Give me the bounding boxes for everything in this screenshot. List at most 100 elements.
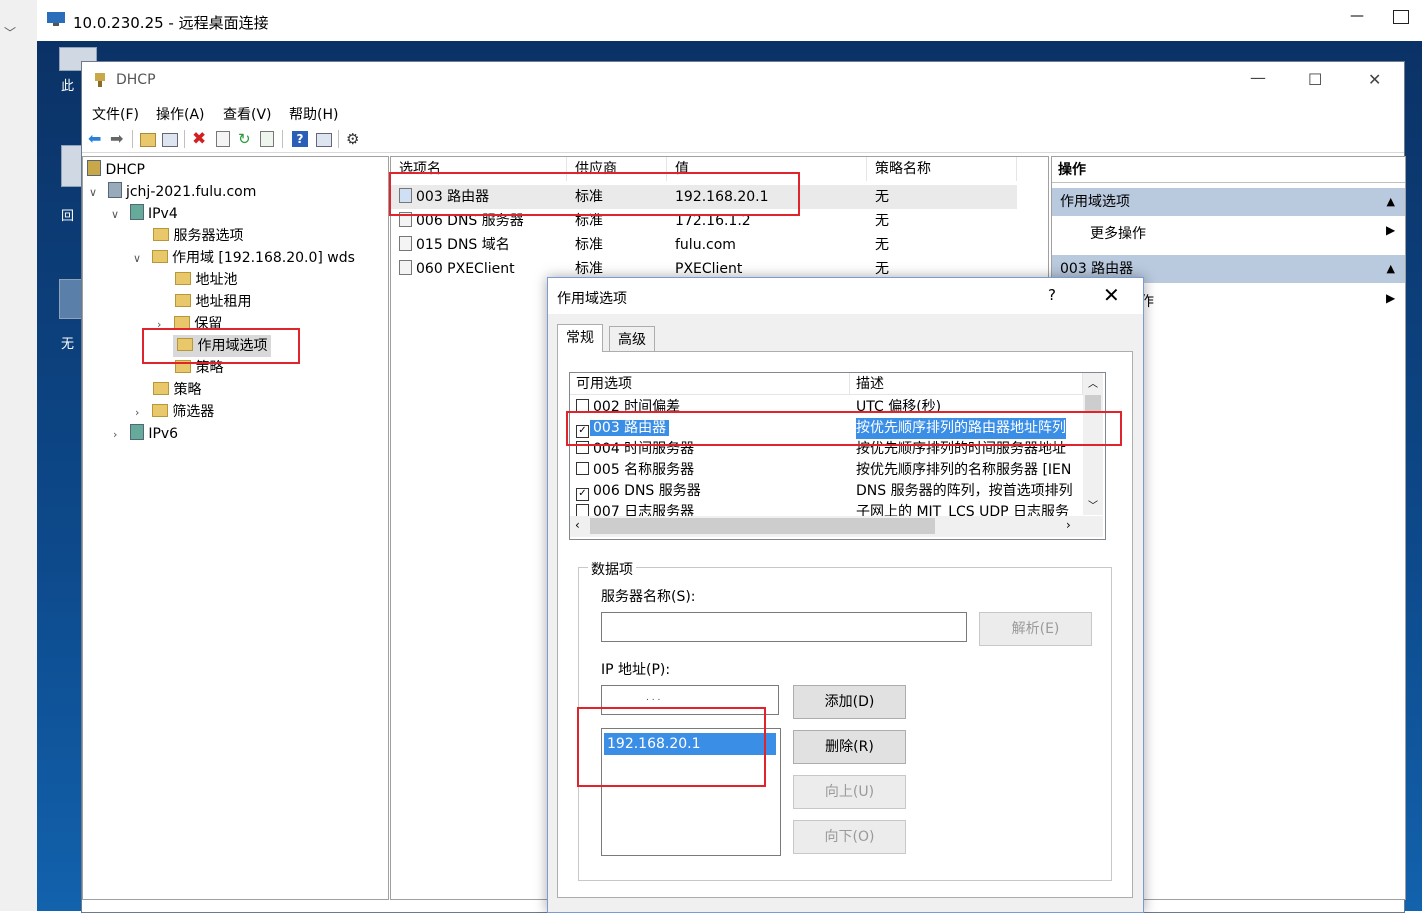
dhcp-close-button[interactable]: ✕ [1368, 70, 1381, 89]
list-item[interactable]: ✓ 006 DNS 服务器 DNS 服务器的阵列，按首选项排列 [570, 481, 1083, 502]
ipv4-icon [129, 204, 144, 220]
chevron-right-icon[interactable]: › [135, 406, 139, 419]
rdp-minimize-button[interactable]: — [1350, 8, 1370, 24]
option-label: 007 日志服务器 [593, 504, 695, 516]
toolbar-separator [132, 130, 133, 148]
forward-arrow-icon[interactable]: ➡ [110, 131, 126, 147]
toolbar-separator [282, 130, 283, 148]
tree-node-server[interactable]: ∨ jchj-2021.fulu.com [89, 181, 256, 203]
tree-node-dhcp[interactable]: DHCP [87, 159, 145, 181]
tree-node-ipv6[interactable]: › IPv6 [113, 423, 178, 445]
chevron-down-icon[interactable]: ∨ [133, 252, 141, 265]
tree-node-server-options[interactable]: 服务器选项 [153, 225, 243, 247]
checkbox[interactable] [576, 504, 589, 516]
ipv6-icon [129, 424, 144, 440]
submenu-arrow-icon[interactable]: ▶ [1386, 291, 1395, 305]
back-arrow-icon[interactable]: ⬅ [88, 131, 104, 147]
dhcp-minimize-button[interactable]: — [1250, 68, 1266, 87]
menu-file[interactable]: 文件(F) [92, 104, 139, 124]
cell-policy: 无 [875, 189, 889, 205]
menu-help[interactable]: 帮助(H) [289, 104, 338, 124]
action-pane-icon[interactable] [316, 133, 332, 147]
toolbar-separator [184, 130, 185, 148]
checkbox[interactable]: ✓ [576, 488, 589, 501]
available-options-list[interactable]: 可用选项 描述 002 时间偏差 UTC 偏移(秒) ✓ 003 路由器 按优先顺… [569, 372, 1106, 540]
console-tree: DHCP ∨ jchj-2021.fulu.com ∨ IPv4 服务器选项 ∨… [82, 156, 389, 900]
refresh-icon[interactable]: ↻ [238, 131, 254, 147]
folder-icon [151, 404, 168, 417]
cell-value: fulu.com [675, 237, 736, 253]
section-label: 003 路由器 [1060, 261, 1134, 277]
collapse-up-icon[interactable]: ▲ [1387, 255, 1395, 283]
export-list-icon[interactable] [260, 131, 274, 147]
move-down-button[interactable]: 向下(O) [793, 820, 906, 854]
tab-general[interactable]: 常规 [557, 324, 603, 352]
list-item[interactable]: 007 日志服务器 子网上的 MIT_LCS UDP 日志服务 [570, 502, 1083, 516]
move-up-button[interactable]: 向上(U) [793, 775, 906, 809]
help-button[interactable]: ? [1048, 286, 1056, 304]
checkbox[interactable] [576, 462, 589, 475]
option-name-cell: 007 日志服务器 [576, 502, 694, 516]
server-manage-icon[interactable]: ⚙ [346, 131, 362, 147]
tree-node-policies[interactable]: 策略 [153, 379, 201, 401]
cell-vendor: 标准 [575, 237, 603, 253]
chevron-down-icon[interactable]: ∨ [111, 208, 119, 221]
remove-button[interactable]: 删除(R) [793, 730, 906, 764]
close-button[interactable]: ✕ [1103, 283, 1120, 307]
dhcp-icon [87, 160, 101, 176]
collapse-up-icon[interactable]: ▲ [1387, 188, 1395, 216]
show-hide-tree-icon[interactable] [162, 133, 178, 147]
menu-action[interactable]: 操作(A) [156, 104, 205, 124]
tree-node-ipv4[interactable]: ∨ IPv4 [111, 203, 178, 225]
option-description: DNS 服务器的阵列，按首选项排列 [856, 483, 1073, 499]
host-sidebar: ﹀ [0, 0, 38, 911]
tab-advanced[interactable]: 高级 [609, 326, 655, 352]
rdp-window-title: 10.0.230.25 - 远程桌面连接 [73, 14, 269, 32]
column-header-description[interactable]: 描述 [850, 373, 1083, 395]
scroll-up-icon[interactable]: ︿ [1088, 375, 1098, 390]
highlight-box [389, 172, 800, 216]
section-label: 作用域选项 [1060, 194, 1130, 210]
table-row[interactable]: 015 DNS 域名 标准 fulu.com 无 [391, 233, 1017, 257]
resolve-button[interactable]: 解析(E) [979, 612, 1092, 646]
chevron-down-icon[interactable]: ﹀ [4, 24, 16, 41]
data-entry-legend: 数据项 [588, 559, 636, 579]
dhcp-window-title: DHCP [116, 72, 156, 88]
tree-label: 地址池 [195, 272, 238, 288]
submenu-arrow-icon[interactable]: ▶ [1386, 223, 1395, 237]
horizontal-scrollbar[interactable]: ‹ › [570, 516, 1103, 537]
chevron-down-icon[interactable]: ∨ [89, 186, 97, 199]
scroll-down-icon[interactable]: ﹀ [1088, 497, 1098, 512]
rdp-titlebar: 10.0.230.25 - 远程桌面连接 — [37, 0, 1422, 42]
action-more-actions[interactable]: 更多操作 [1090, 223, 1146, 243]
column-header-available-options[interactable]: 可用选项 [570, 373, 850, 395]
actions-section-scope-options[interactable]: 作用域选项 ▲ [1052, 188, 1405, 216]
tree-node-filters[interactable]: › 筛选器 [135, 401, 214, 423]
tree-node-address-pool[interactable]: 地址池 [175, 269, 237, 291]
scrollbar-thumb[interactable] [590, 518, 935, 534]
rdp-maximize-button[interactable] [1393, 10, 1409, 24]
cell-option-name: 060 PXEClient [416, 261, 515, 277]
column-header-policy[interactable]: 策略名称 [867, 157, 1017, 181]
server-name-input[interactable] [601, 612, 967, 642]
chevron-right-icon[interactable]: › [113, 428, 117, 441]
tree-node-address-leases[interactable]: 地址租用 [175, 291, 251, 313]
option-name-cell: ✓ 006 DNS 服务器 [576, 481, 701, 502]
dhcp-maximize-button[interactable]: ☐ [1308, 70, 1322, 89]
highlight-box [577, 707, 766, 787]
scroll-left-icon[interactable]: ‹ [575, 518, 580, 532]
add-button[interactable]: 添加(D) [793, 685, 906, 719]
desktop-label-file: 无 [61, 337, 75, 352]
menu-view[interactable]: 查看(V) [223, 104, 272, 124]
tree-node-scope[interactable]: ∨ 作用域 [192.168.20.0] wds [133, 247, 355, 269]
delete-icon[interactable]: ✖ [192, 131, 208, 148]
list-item[interactable]: 005 名称服务器 按优先顺序排列的名称服务器 [IEN [570, 460, 1083, 481]
tree-label: 作用域 [192.168.20.0] wds [171, 250, 355, 266]
up-folder-icon[interactable] [140, 133, 156, 147]
help-icon[interactable]: ? [292, 131, 308, 147]
tree-label: 服务器选项 [173, 228, 244, 244]
desktop-label-recycle: 回 [61, 209, 75, 224]
scroll-right-icon[interactable]: › [1066, 518, 1071, 532]
properties-icon[interactable] [216, 131, 230, 147]
dialog-titlebar: 作用域选项 ? ✕ [548, 278, 1143, 314]
